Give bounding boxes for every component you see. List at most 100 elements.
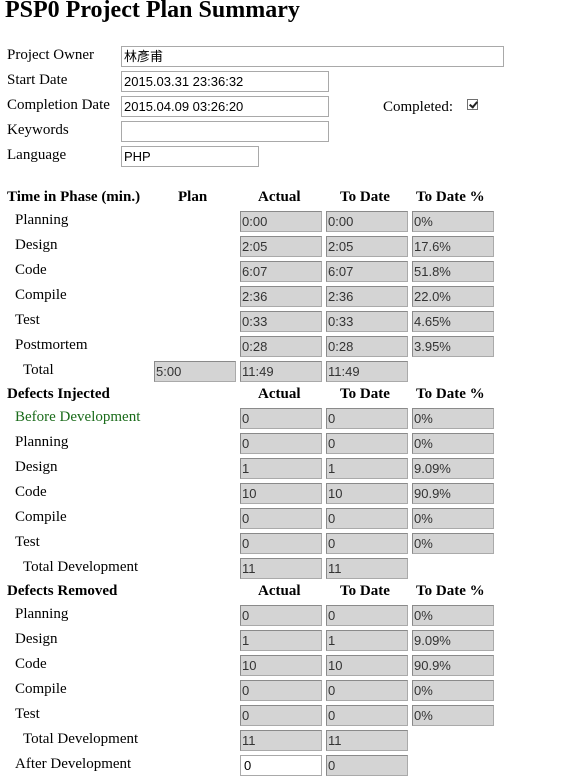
todate-pct-cell: 0% bbox=[412, 605, 494, 626]
todate-pct-cell: 0% bbox=[412, 705, 494, 726]
todate-cell: 0 bbox=[326, 605, 408, 626]
todate-pct-cell: 3.95% bbox=[412, 336, 494, 357]
todate-cell: 1 bbox=[326, 458, 408, 479]
actual-cell: 0 bbox=[240, 680, 322, 701]
after-development-actual-input[interactable]: 0 bbox=[240, 755, 322, 776]
total-actual-cell: 11 bbox=[240, 730, 322, 751]
removed-actual-header: Actual bbox=[258, 583, 301, 599]
phase-label: Test bbox=[15, 312, 40, 328]
start-date-label: Start Date bbox=[7, 72, 68, 88]
completed-checkbox[interactable] bbox=[467, 99, 478, 110]
phase-label: Compile bbox=[15, 509, 67, 525]
removed-todate-pct-header: To Date % bbox=[416, 583, 485, 599]
todate-pct-cell: 9.09% bbox=[412, 458, 494, 479]
todate-pct-cell: 9.09% bbox=[412, 630, 494, 651]
language-field[interactable]: PHP bbox=[121, 146, 259, 167]
start-date-field[interactable]: 2015.03.31 23:36:32 bbox=[121, 71, 329, 92]
todate-pct-cell: 0% bbox=[412, 508, 494, 529]
time-todate-pct-header: To Date % bbox=[416, 189, 485, 205]
time-in-phase-header: Time in Phase (min.) bbox=[7, 189, 141, 205]
removed-todate-header: To Date bbox=[340, 583, 390, 599]
actual-cell: 0:28 bbox=[240, 336, 322, 357]
total-todate-cell: 11 bbox=[326, 558, 408, 579]
project-owner-field[interactable]: 林彥甫 bbox=[121, 46, 504, 67]
todate-pct-cell: 22.0% bbox=[412, 286, 494, 307]
defects-injected-header: Defects Injected bbox=[7, 386, 110, 402]
injected-todate-pct-header: To Date % bbox=[416, 386, 485, 402]
actual-cell: 0 bbox=[240, 705, 322, 726]
actual-cell: 1 bbox=[240, 630, 322, 651]
todate-cell: 0 bbox=[326, 680, 408, 701]
todate-cell: 0:33 bbox=[326, 311, 408, 332]
project-owner-label: Project Owner bbox=[7, 47, 95, 63]
total-plan-cell: 5:00 bbox=[154, 361, 236, 382]
actual-cell: 2:36 bbox=[240, 286, 322, 307]
todate-cell: 1 bbox=[326, 630, 408, 651]
phase-label: Planning bbox=[15, 434, 69, 450]
todate-pct-cell: 0% bbox=[412, 533, 494, 554]
total-label: Total Development bbox=[23, 559, 139, 575]
actual-cell: 0 bbox=[240, 533, 322, 554]
actual-cell: 0 bbox=[240, 433, 322, 454]
phase-label: Planning bbox=[15, 212, 69, 228]
phase-label: Design bbox=[15, 631, 58, 647]
total-actual-cell: 11:49 bbox=[240, 361, 322, 382]
phase-label: Test bbox=[15, 534, 40, 550]
injected-todate-header: To Date bbox=[340, 386, 390, 402]
todate-cell: 6:07 bbox=[326, 261, 408, 282]
todate-cell: 0:00 bbox=[326, 211, 408, 232]
total-todate-cell: 11:49 bbox=[326, 361, 408, 382]
completion-date-label: Completion Date bbox=[7, 97, 110, 113]
total-label: Total bbox=[23, 362, 54, 378]
todate-cell: 10 bbox=[326, 655, 408, 676]
actual-cell: 10 bbox=[240, 483, 322, 504]
todate-pct-cell: 51.8% bbox=[412, 261, 494, 282]
phase-label: Before Development bbox=[15, 409, 141, 425]
keywords-label: Keywords bbox=[7, 122, 69, 138]
completion-date-field[interactable]: 2015.04.09 03:26:20 bbox=[121, 96, 329, 117]
actual-cell: 10 bbox=[240, 655, 322, 676]
todate-pct-cell: 0% bbox=[412, 433, 494, 454]
todate-pct-cell: 4.65% bbox=[412, 311, 494, 332]
phase-label: Compile bbox=[15, 287, 67, 303]
actual-cell: 2:05 bbox=[240, 236, 322, 257]
total-actual-cell: 11 bbox=[240, 558, 322, 579]
phase-label: Planning bbox=[15, 606, 69, 622]
phase-label: Compile bbox=[15, 681, 67, 697]
todate-pct-cell: 0% bbox=[412, 408, 494, 429]
phase-label: Postmortem bbox=[15, 337, 88, 353]
actual-cell: 0:00 bbox=[240, 211, 322, 232]
actual-cell: 0:33 bbox=[240, 311, 322, 332]
phase-label: Design bbox=[15, 459, 58, 475]
phase-label: Code bbox=[15, 484, 47, 500]
completed-label: Completed: bbox=[383, 99, 453, 115]
todate-cell: 0 bbox=[326, 433, 408, 454]
todate-cell: 0:28 bbox=[326, 336, 408, 357]
actual-cell: 0 bbox=[240, 408, 322, 429]
todate-cell: 2:36 bbox=[326, 286, 408, 307]
actual-cell: 0 bbox=[240, 605, 322, 626]
time-todate-header: To Date bbox=[340, 189, 390, 205]
after-development-todate-cell: 0 bbox=[326, 755, 408, 776]
todate-cell: 0 bbox=[326, 705, 408, 726]
injected-actual-header: Actual bbox=[258, 386, 301, 402]
language-label: Language bbox=[7, 147, 67, 163]
todate-pct-cell: 90.9% bbox=[412, 483, 494, 504]
todate-pct-cell: 0% bbox=[412, 211, 494, 232]
phase-label: Design bbox=[15, 237, 58, 253]
todate-cell: 2:05 bbox=[326, 236, 408, 257]
time-plan-header: Plan bbox=[178, 189, 208, 205]
todate-cell: 0 bbox=[326, 408, 408, 429]
defects-removed-header: Defects Removed bbox=[7, 583, 118, 599]
actual-cell: 1 bbox=[240, 458, 322, 479]
todate-cell: 0 bbox=[326, 508, 408, 529]
phase-label: Code bbox=[15, 656, 47, 672]
after-development-label: After Development bbox=[15, 756, 132, 772]
todate-pct-cell: 90.9% bbox=[412, 655, 494, 676]
time-actual-header: Actual bbox=[258, 189, 301, 205]
todate-pct-cell: 17.6% bbox=[412, 236, 494, 257]
todate-cell: 10 bbox=[326, 483, 408, 504]
phase-label: Test bbox=[15, 706, 40, 722]
total-todate-cell: 11 bbox=[326, 730, 408, 751]
keywords-field[interactable] bbox=[121, 121, 329, 142]
